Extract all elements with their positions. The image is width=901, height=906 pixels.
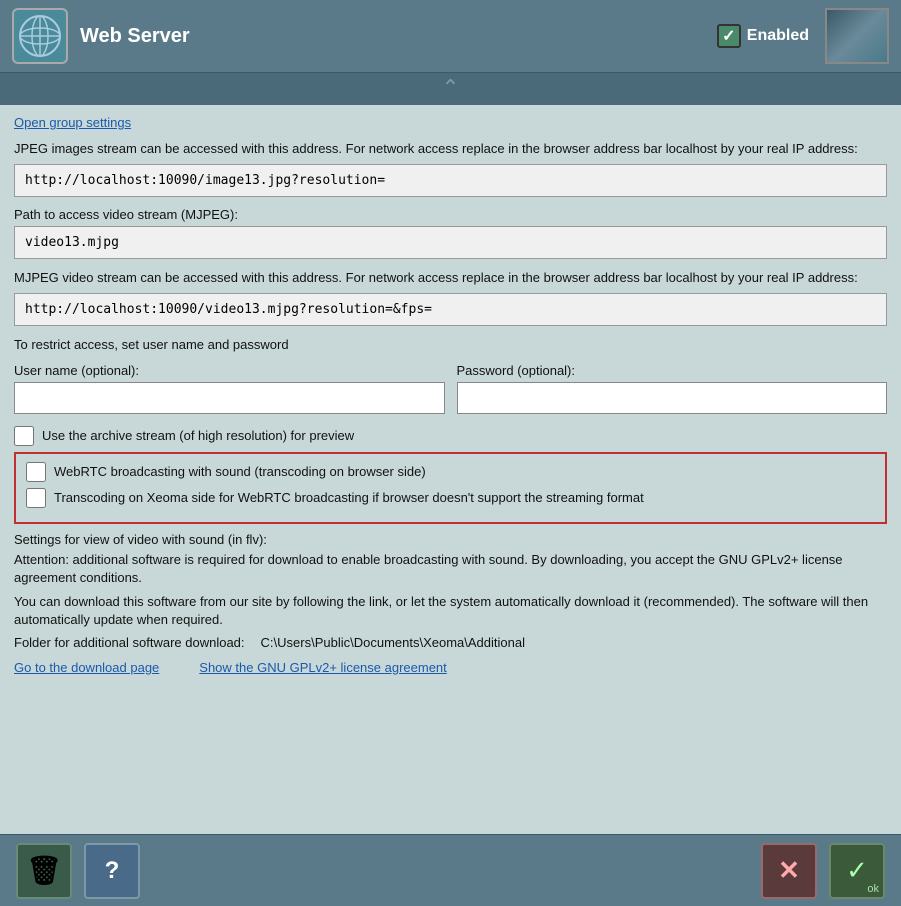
main-content: Open group settings JPEG images stream c… [0, 105, 901, 867]
help-icon: ? [105, 857, 120, 885]
webrtc-label[interactable]: WebRTC broadcasting with sound (transcod… [54, 464, 426, 479]
camera-thumbnail [825, 8, 889, 64]
credentials-section: User name (optional): Password (optional… [14, 363, 887, 414]
enabled-label: Enabled [747, 27, 809, 45]
password-col: Password (optional): [457, 363, 888, 414]
mjpeg-stream-url[interactable]: http://localhost:10090/video13.mjpg?reso… [14, 293, 887, 326]
ok-label: ok [867, 883, 879, 895]
ok-check-icon: ✓ [846, 855, 868, 886]
open-group-settings-link[interactable]: Open group settings [14, 115, 887, 130]
folder-row: Folder for additional software download:… [14, 635, 887, 650]
ok-button-inner: ✓ ok [831, 845, 883, 897]
webrtc-row: WebRTC broadcasting with sound (transcod… [26, 462, 875, 482]
jpeg-stream-info: JPEG images stream can be accessed with … [14, 140, 887, 158]
enabled-checkbox[interactable]: ✓ [717, 24, 741, 48]
trash-icon: 🗑 [26, 854, 62, 887]
transcoding-row: Transcoding on Xeoma side for WebRTC bro… [26, 488, 875, 508]
password-input[interactable] [457, 382, 888, 414]
username-input[interactable] [14, 382, 445, 414]
archive-stream-label[interactable]: Use the archive stream (of high resoluti… [42, 428, 354, 443]
toolbar-right: ✕ ✓ ok [761, 843, 885, 899]
download-info-text: You can download this software from our … [14, 593, 887, 629]
transcoding-label[interactable]: Transcoding on Xeoma side for WebRTC bro… [54, 490, 644, 505]
transcoding-checkbox[interactable] [26, 488, 46, 508]
webrtc-checkbox[interactable] [26, 462, 46, 482]
download-page-link[interactable]: Go to the download page [14, 660, 159, 675]
jpeg-stream-url[interactable]: http://localhost:10090/image13.jpg?resol… [14, 164, 887, 197]
bottom-toolbar: 🗑 ? ✕ ✓ ok [0, 834, 901, 906]
app-logo [12, 8, 68, 64]
links-row: Go to the download page Show the GNU GPL… [14, 660, 887, 675]
archive-stream-row: Use the archive stream (of high resoluti… [14, 426, 887, 446]
header: Web Server ✓ Enabled [0, 0, 901, 73]
toolbar-left: 🗑 ? [16, 843, 140, 899]
webrtc-group: WebRTC broadcasting with sound (transcod… [14, 452, 887, 524]
mjpeg-stream-info: MJPEG video stream can be accessed with … [14, 269, 887, 287]
license-link[interactable]: Show the GNU GPLv2+ license agreement [199, 660, 447, 675]
ok-button[interactable]: ✓ ok [829, 843, 885, 899]
username-col: User name (optional): [14, 363, 445, 414]
scroll-up-chevron[interactable]: ⌃ [0, 73, 901, 103]
trash-button[interactable]: 🗑 [16, 843, 72, 899]
folder-label: Folder for additional software download: [14, 635, 245, 650]
cancel-icon: ✕ [778, 855, 800, 886]
flv-settings-label: Settings for view of video with sound (i… [14, 532, 887, 547]
username-label: User name (optional): [14, 363, 445, 378]
attention-text: Attention: additional software is requir… [14, 551, 887, 587]
mjpeg-path-label: Path to access video stream (MJPEG): [14, 207, 887, 222]
help-button[interactable]: ? [84, 843, 140, 899]
mjpeg-path-field[interactable]: video13.mjpg [14, 226, 887, 259]
restrict-access-label: To restrict access, set user name and pa… [14, 336, 887, 354]
app-title: Web Server [80, 25, 717, 48]
password-label: Password (optional): [457, 363, 888, 378]
enabled-section: ✓ Enabled [717, 24, 809, 48]
folder-path: C:\Users\Public\Documents\Xeoma\Addition… [261, 635, 525, 650]
cancel-button[interactable]: ✕ [761, 843, 817, 899]
archive-stream-checkbox[interactable] [14, 426, 34, 446]
